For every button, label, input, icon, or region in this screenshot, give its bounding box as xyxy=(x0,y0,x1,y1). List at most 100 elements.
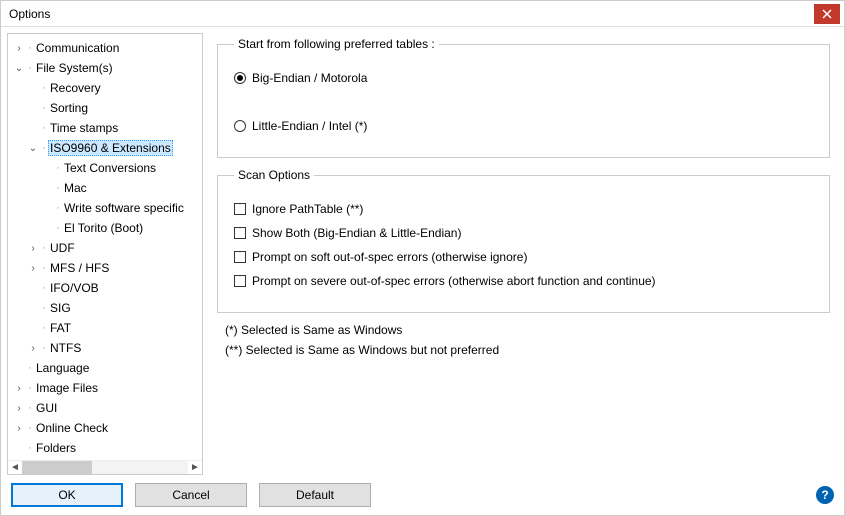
tree-node[interactable]: ·Language xyxy=(12,358,202,378)
tree-node-label: NTFS xyxy=(48,341,83,355)
tree-node[interactable]: ›·UDF xyxy=(12,238,202,258)
tree-connector: · xyxy=(40,142,48,154)
checkbox-label: Ignore PathTable (**) xyxy=(252,202,363,216)
tree-connector: · xyxy=(40,242,48,254)
tree-connector: · xyxy=(26,42,34,54)
chevron-right-icon[interactable]: › xyxy=(12,43,26,54)
tree-node[interactable]: ·IFO/VOB xyxy=(12,278,202,298)
window-title: Options xyxy=(9,7,50,21)
tree-node[interactable]: ·SIG xyxy=(12,298,202,318)
cancel-label: Cancel xyxy=(172,488,209,502)
tree-node-label: File System(s) xyxy=(34,61,115,75)
tree-node-label: Communication xyxy=(34,41,121,55)
tree-node-label: Mac xyxy=(62,181,89,195)
scroll-thumb[interactable] xyxy=(22,461,92,475)
tree-node[interactable]: ⌄·ISO9960 & Extensions xyxy=(12,138,202,158)
checkbox-show-both[interactable]: Show Both (Big-Endian & Little-Endian) xyxy=(234,226,813,240)
checkbox-label: Prompt on soft out-of-spec errors (other… xyxy=(252,250,527,264)
tree-connector: · xyxy=(26,382,34,394)
tree-node[interactable]: ›·MFS / HFS xyxy=(12,258,202,278)
default-button[interactable]: Default xyxy=(259,483,371,507)
tree-connector: · xyxy=(54,222,62,234)
checkbox-icon xyxy=(234,203,246,215)
ok-button[interactable]: OK xyxy=(11,483,123,507)
help-button[interactable]: ? xyxy=(816,486,834,504)
button-bar: OK Cancel Default ? xyxy=(1,475,844,515)
preferred-tables-legend: Start from following preferred tables : xyxy=(234,37,439,51)
tree-node[interactable]: ›·GUI xyxy=(12,398,202,418)
tree-node[interactable]: ⌄·File System(s) xyxy=(12,58,202,78)
checkbox-icon xyxy=(234,227,246,239)
chevron-right-icon[interactable]: › xyxy=(26,343,40,354)
checkbox-label: Prompt on severe out-of-spec errors (oth… xyxy=(252,274,656,288)
tree-node[interactable]: ·Recovery xyxy=(12,78,202,98)
radio-label: Big-Endian / Motorola xyxy=(252,71,367,85)
horizontal-scrollbar[interactable]: ◄ ► xyxy=(8,460,202,474)
footnote-2: (**) Selected is Same as Windows but not… xyxy=(225,343,830,357)
tree-node-label: Sorting xyxy=(48,101,90,115)
tree-node[interactable]: ·Write software specific xyxy=(12,198,202,218)
chevron-right-icon[interactable]: › xyxy=(26,263,40,274)
tree-connector: · xyxy=(40,322,48,334)
tree-node[interactable]: ·Mac xyxy=(12,178,202,198)
titlebar: Options xyxy=(1,1,844,27)
tree-node[interactable]: ·Folders xyxy=(12,438,202,458)
tree-node-label: Image Files xyxy=(34,381,100,395)
tree-node-label: Text Conversions xyxy=(62,161,158,175)
category-tree-pane: ›·Communication⌄·File System(s)·Recovery… xyxy=(7,33,203,475)
tree-node-label: SIG xyxy=(48,301,73,315)
tree-node-label: FAT xyxy=(48,321,73,335)
tree-connector: · xyxy=(40,302,48,314)
tree-node-label: Language xyxy=(34,361,91,375)
ok-label: OK xyxy=(58,488,75,502)
radio-label: Little-Endian / Intel (*) xyxy=(252,119,367,133)
scroll-left-icon[interactable]: ◄ xyxy=(8,461,22,475)
tree-node-label: Recovery xyxy=(48,81,103,95)
tree-connector: · xyxy=(40,262,48,274)
preferred-tables-group: Start from following preferred tables : … xyxy=(217,37,830,158)
tree-node-label: UDF xyxy=(48,241,77,255)
scroll-track[interactable] xyxy=(22,461,188,475)
scroll-right-icon[interactable]: ► xyxy=(188,461,202,475)
chevron-down-icon[interactable]: ⌄ xyxy=(26,143,40,154)
tree-connector: · xyxy=(26,442,34,454)
close-button[interactable] xyxy=(814,4,840,24)
tree-connector: · xyxy=(40,82,48,94)
tree-node-label: El Torito (Boot) xyxy=(62,221,145,235)
checkbox-prompt-soft[interactable]: Prompt on soft out-of-spec errors (other… xyxy=(234,250,813,264)
checkbox-ignore-pathtable[interactable]: Ignore PathTable (**) xyxy=(234,202,813,216)
chevron-down-icon[interactable]: ⌄ xyxy=(12,63,26,74)
tree-connector: · xyxy=(40,342,48,354)
tree-connector: · xyxy=(54,202,62,214)
category-tree[interactable]: ›·Communication⌄·File System(s)·Recovery… xyxy=(8,38,202,460)
tree-node[interactable]: ·Time stamps xyxy=(12,118,202,138)
tree-connector: · xyxy=(26,422,34,434)
cancel-button[interactable]: Cancel xyxy=(135,483,247,507)
tree-node[interactable]: ›·Communication xyxy=(12,38,202,58)
tree-node[interactable]: ›·Image Files xyxy=(12,378,202,398)
tree-node-label: Write software specific xyxy=(62,201,186,215)
footnote-1: (*) Selected is Same as Windows xyxy=(225,323,830,337)
tree-node[interactable]: ·Sorting xyxy=(12,98,202,118)
tree-node[interactable]: ›·NTFS xyxy=(12,338,202,358)
default-label: Default xyxy=(296,488,334,502)
help-icon: ? xyxy=(821,488,828,502)
chevron-right-icon[interactable]: › xyxy=(12,383,26,394)
radio-big-endian[interactable]: Big-Endian / Motorola xyxy=(234,71,813,85)
checkbox-label: Show Both (Big-Endian & Little-Endian) xyxy=(252,226,461,240)
scan-options-legend: Scan Options xyxy=(234,168,314,182)
chevron-right-icon[interactable]: › xyxy=(12,423,26,434)
chevron-right-icon[interactable]: › xyxy=(26,243,40,254)
radio-little-endian[interactable]: Little-Endian / Intel (*) xyxy=(234,119,813,133)
tree-connector: · xyxy=(26,402,34,414)
tree-node-label: GUI xyxy=(34,401,59,415)
checkbox-prompt-severe[interactable]: Prompt on severe out-of-spec errors (oth… xyxy=(234,274,813,288)
tree-node[interactable]: ›·Online Check xyxy=(12,418,202,438)
tree-node[interactable]: ·El Torito (Boot) xyxy=(12,218,202,238)
checkbox-icon xyxy=(234,251,246,263)
chevron-right-icon[interactable]: › xyxy=(12,403,26,414)
radio-icon xyxy=(234,120,246,132)
tree-node[interactable]: ·Text Conversions xyxy=(12,158,202,178)
tree-node[interactable]: ·FAT xyxy=(12,318,202,338)
checkbox-icon xyxy=(234,275,246,287)
